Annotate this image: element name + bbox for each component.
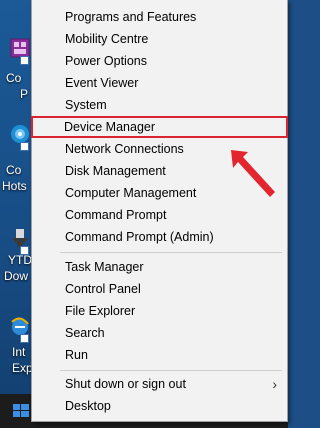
red-pointer-arrow-icon: [231, 150, 275, 197]
